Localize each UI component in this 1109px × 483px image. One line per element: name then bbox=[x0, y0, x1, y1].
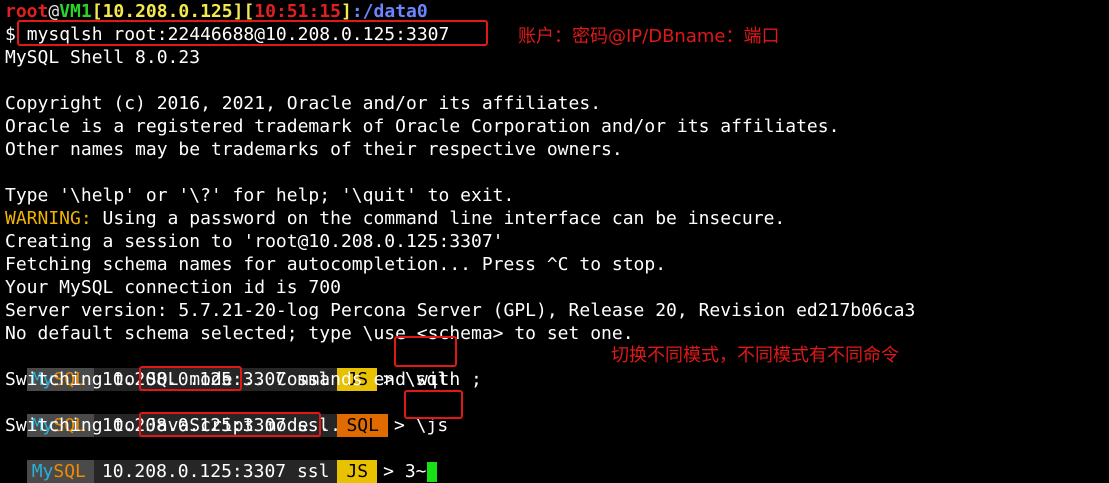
help-line: Type '\help' or '\?' for help; '\quit' t… bbox=[5, 185, 515, 206]
version-line: MySQL Shell 8.0.23 bbox=[5, 47, 201, 68]
session-line: Creating a session to 'root@10.208.0.125… bbox=[5, 231, 504, 252]
mysqlsh-prompt-active: MySQL 10.208.0.125:3307 ssl JS > 3~ bbox=[5, 437, 437, 483]
no-schema-line: No default schema selected; type \use <s… bbox=[5, 323, 634, 344]
prompt-user: root bbox=[5, 1, 49, 22]
sql-mode-highlight-box bbox=[139, 366, 242, 391]
prompt-ip: 10.208.0.125 bbox=[102, 1, 233, 22]
mode-indicator: SQL bbox=[337, 414, 388, 437]
copyright-line-2: Oracle is a registered trademark of Orac… bbox=[5, 116, 840, 137]
mysqlsh-prompt-2: MySQL 10.208.0.125:3307 ssl SQL > \js bbox=[5, 391, 448, 437]
javascript-mode-highlight-box bbox=[139, 412, 321, 437]
command-highlight-box bbox=[17, 20, 488, 46]
warning-line: WARNING: Using a password on the command… bbox=[5, 207, 785, 230]
mode-annotation: 切换不同模式，不同模式有不同命令 bbox=[611, 345, 899, 366]
connection-host: 10.208.0.125:3307 ssl bbox=[93, 460, 338, 483]
prompt-time-close: ] bbox=[341, 1, 352, 22]
connection-id-line: Your MySQL connection id is 700 bbox=[5, 277, 341, 298]
response-suffix: .. Commands end with ; bbox=[232, 369, 482, 390]
prompt-at: @ bbox=[48, 1, 60, 22]
prompt-path: :/data0 bbox=[351, 1, 428, 22]
warning-text: Using a password on the command line int… bbox=[91, 208, 786, 229]
prompt-host: VM1 bbox=[59, 1, 92, 22]
terminal-cursor[interactable] bbox=[426, 462, 437, 482]
mysqlsh-prompt-1: MySQL 10.208.0.125:3307 ssl JS > \sql bbox=[5, 345, 448, 391]
copyright-line-1: Copyright (c) 2016, 2021, Oracle and/or … bbox=[5, 93, 602, 114]
prompt-arrow: > bbox=[383, 461, 405, 482]
sql-command-highlight-box bbox=[394, 336, 457, 367]
fetching-line: Fetching schema names for autocompletion… bbox=[5, 254, 667, 275]
mode-indicator: JS bbox=[337, 460, 378, 483]
response-prefix: Switching to bbox=[5, 415, 146, 436]
prompt-ip-close: ][ bbox=[232, 1, 255, 22]
warning-label: WARNING: bbox=[5, 208, 92, 229]
mysql-label: MySQL bbox=[26, 460, 94, 483]
server-version-line: Server version: 5.7.21-20-log Percona Se… bbox=[5, 300, 916, 321]
switch-response-1: Switching to SQL mode .. Commands end wi… bbox=[5, 368, 482, 391]
account-annotation: 账户：密码@IP/DBname：端口 bbox=[518, 26, 780, 47]
command-input[interactable]: 3~ bbox=[405, 461, 427, 482]
js-command-highlight-box bbox=[404, 390, 463, 419]
response-prefix: Switching to bbox=[5, 369, 146, 390]
prompt-time: 10:51:15 bbox=[254, 1, 341, 22]
prompt-ip-open: [ bbox=[91, 1, 103, 22]
copyright-line-3: Other names may be trademarks of their r… bbox=[5, 139, 623, 160]
